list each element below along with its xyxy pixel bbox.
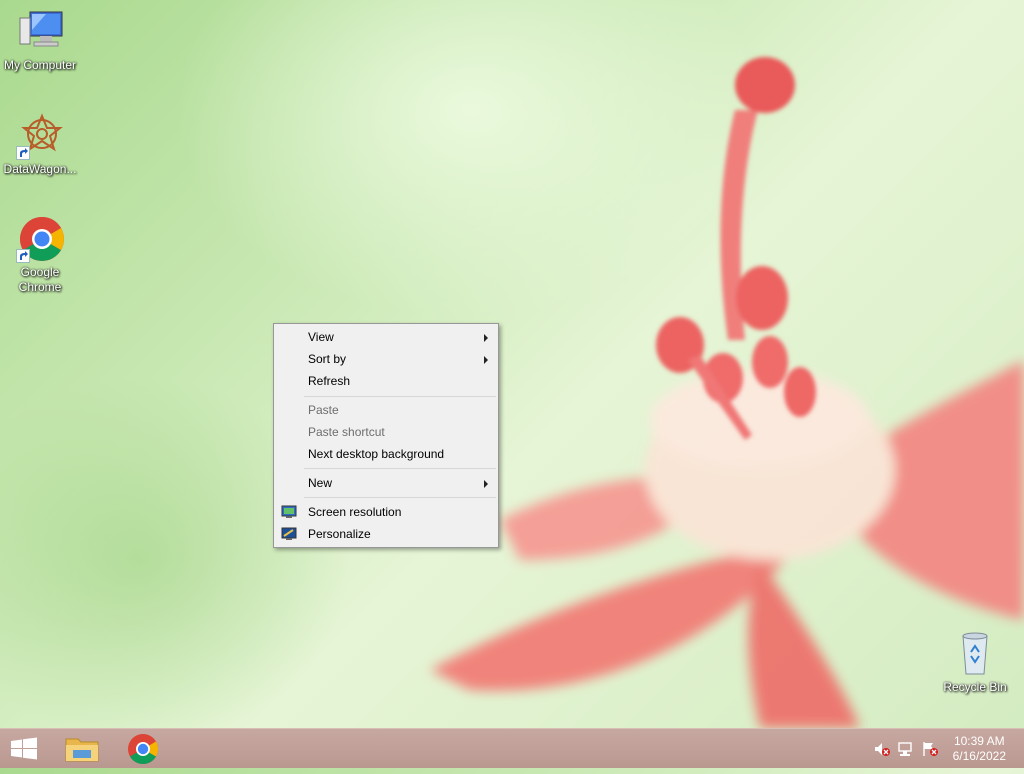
menu-item-screen-resolution[interactable]: Screen resolution: [276, 501, 496, 523]
computer-icon: [16, 8, 64, 56]
menu-item-label: Paste shortcut: [308, 425, 385, 439]
personalize-icon: [281, 526, 297, 542]
desktop-icon-recycle-bin[interactable]: Recycle Bin: [935, 630, 1015, 695]
datawagon-icon: [16, 112, 64, 160]
wallpaper-flower: [430, 57, 1024, 728]
menu-item-label: Sort by: [308, 352, 347, 366]
taskbar-chrome[interactable]: [120, 729, 168, 769]
desktop-icon-label: DataWagon...: [3, 162, 77, 176]
desktop-icon-google-chrome[interactable]: Google Chrome: [0, 215, 80, 295]
menu-separator: [304, 468, 496, 469]
desktop-icon-my-computer[interactable]: My Computer: [0, 8, 80, 73]
menu-item-label: Paste: [308, 403, 339, 417]
recycle-bin-icon: [951, 630, 999, 678]
start-button[interactable]: [0, 729, 48, 769]
menu-item-next-desktop-background[interactable]: Next desktop background: [276, 443, 496, 465]
desktop-icon-label: My Computer: [3, 58, 77, 72]
taskbar-file-explorer[interactable]: [58, 729, 106, 769]
desktop-icon-label: Recycle Bin: [943, 680, 1007, 694]
menu-item-refresh[interactable]: Refresh: [276, 370, 496, 392]
shortcut-arrow-icon: [16, 146, 30, 160]
menu-item-label: Personalize: [308, 527, 371, 541]
display-icon: [281, 504, 297, 520]
clock-date: 6/16/2022: [952, 749, 1006, 763]
menu-item-new[interactable]: New: [276, 472, 496, 494]
shortcut-arrow-icon: [16, 249, 30, 263]
menu-item-label: New: [308, 476, 333, 490]
action-center-flag-icon[interactable]: [921, 741, 939, 757]
taskbar-clock[interactable]: 10:39 AM 6/16/2022: [953, 734, 1006, 764]
menu-item-sort-by[interactable]: Sort by: [276, 348, 496, 370]
windows-start-icon: [11, 737, 37, 760]
submenu-arrow-icon: [484, 480, 488, 488]
menu-item-label: Next desktop background: [308, 447, 445, 461]
menu-item-label: Refresh: [308, 374, 351, 388]
desktop-icon-datawagon[interactable]: DataWagon...: [0, 112, 80, 177]
menu-separator: [304, 396, 496, 397]
menu-item-view[interactable]: View: [276, 326, 496, 348]
submenu-arrow-icon: [484, 334, 488, 342]
menu-item-paste-shortcut[interactable]: Paste shortcut: [276, 421, 496, 443]
submenu-arrow-icon: [484, 356, 488, 364]
menu-separator: [304, 497, 496, 498]
chrome-icon: [16, 215, 64, 263]
file-explorer-icon: [65, 738, 99, 762]
menu-item-paste[interactable]: Paste: [276, 399, 496, 421]
clock-time: 10:39 AM: [953, 734, 1005, 748]
chrome-icon: [128, 734, 159, 765]
volume-muted-icon[interactable]: [873, 741, 891, 757]
menu-item-label: Screen resolution: [308, 505, 402, 519]
network-icon[interactable]: [897, 741, 915, 757]
desktop-icon-label: Google Chrome: [18, 265, 62, 294]
menu-item-personalize[interactable]: Personalize: [276, 523, 496, 545]
desktop-context-menu: View Sort by Refresh Paste Paste shortcu…: [273, 323, 499, 548]
menu-item-label: View: [308, 330, 334, 344]
taskbar: 10:39 AM 6/16/2022: [0, 728, 1024, 768]
